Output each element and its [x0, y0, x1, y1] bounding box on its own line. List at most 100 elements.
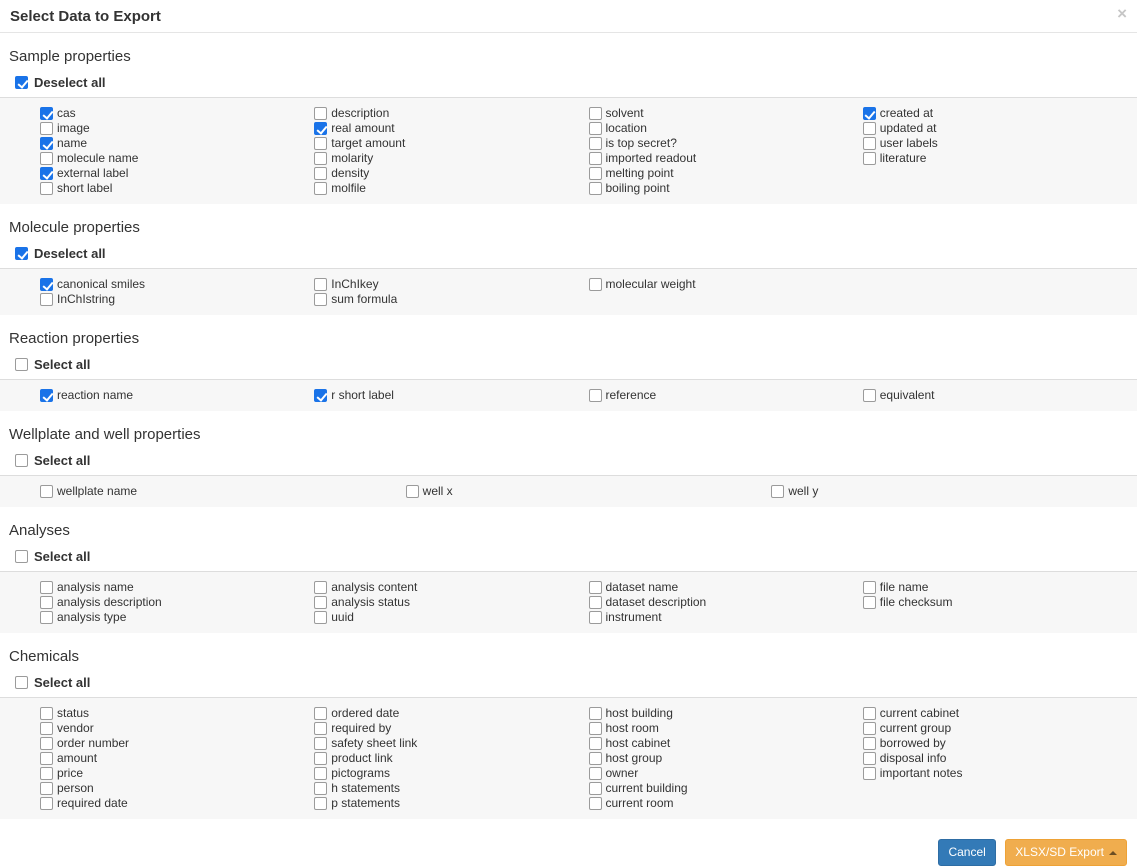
checkbox-borrowed-by[interactable]	[863, 737, 876, 750]
toggle-checkbox-analyses[interactable]	[15, 550, 28, 563]
checkbox-created-at[interactable]	[863, 107, 876, 120]
checkbox-canonical-smiles[interactable]	[40, 278, 53, 291]
option-label: current room	[606, 797, 674, 810]
toggle-row-chemicals: Select all	[15, 676, 1137, 689]
checkbox-p-statements[interactable]	[314, 797, 327, 810]
checkbox-wellplate-name[interactable]	[40, 485, 53, 498]
checkbox-r-short-label[interactable]	[314, 389, 327, 402]
checkbox-instrument[interactable]	[589, 611, 602, 624]
checkbox-molarity[interactable]	[314, 152, 327, 165]
checkbox-inchistring[interactable]	[40, 293, 53, 306]
checkbox-amount[interactable]	[40, 752, 53, 765]
checkbox-product-link[interactable]	[314, 752, 327, 765]
checkbox-equivalent[interactable]	[863, 389, 876, 402]
checkbox-boiling-point[interactable]	[589, 182, 602, 195]
checkbox-current-group[interactable]	[863, 722, 876, 735]
checkbox-reference[interactable]	[589, 389, 602, 402]
checkbox-pictograms[interactable]	[314, 767, 327, 780]
checkbox-updated-at[interactable]	[863, 122, 876, 135]
checkbox-analysis-name[interactable]	[40, 581, 53, 594]
checkbox-reaction-name[interactable]	[40, 389, 53, 402]
option-host-group: host group	[589, 751, 863, 766]
toggle-checkbox-wellplate-properties[interactable]	[15, 454, 28, 467]
cancel-button[interactable]: Cancel	[938, 839, 995, 866]
checkbox-target-amount[interactable]	[314, 137, 327, 150]
checkbox-uuid[interactable]	[314, 611, 327, 624]
checkbox-real-amount[interactable]	[314, 122, 327, 135]
checkbox-molecular-weight[interactable]	[589, 278, 602, 291]
checkbox-status[interactable]	[40, 707, 53, 720]
checkbox-analysis-description[interactable]	[40, 596, 53, 609]
checkbox-well-y[interactable]	[771, 485, 784, 498]
option-analysis-content: analysis content	[314, 580, 588, 595]
checkbox-user-labels[interactable]	[863, 137, 876, 150]
checkbox-price[interactable]	[40, 767, 53, 780]
options-panel-sample-properties: casimagenamemolecule nameexternal labels…	[0, 97, 1137, 204]
checkbox-person[interactable]	[40, 782, 53, 795]
checkbox-disposal-info[interactable]	[863, 752, 876, 765]
checkbox-location[interactable]	[589, 122, 602, 135]
checkbox-solvent[interactable]	[589, 107, 602, 120]
checkbox-external-label[interactable]	[40, 167, 53, 180]
checkbox-current-building[interactable]	[589, 782, 602, 795]
checkbox-literature[interactable]	[863, 152, 876, 165]
checkbox-molfile[interactable]	[314, 182, 327, 195]
option-inchikey: InChIkey	[314, 277, 588, 292]
close-icon[interactable]: ×	[1117, 5, 1127, 22]
checkbox-imported-readout[interactable]	[589, 152, 602, 165]
checkbox-host-building[interactable]	[589, 707, 602, 720]
option-reference: reference	[589, 388, 863, 403]
checkbox-current-cabinet[interactable]	[863, 707, 876, 720]
checkbox-file-checksum[interactable]	[863, 596, 876, 609]
checkbox-required-date[interactable]	[40, 797, 53, 810]
checkbox-file-name[interactable]	[863, 581, 876, 594]
option-name: name	[40, 136, 314, 151]
checkbox-short-label[interactable]	[40, 182, 53, 195]
checkbox-current-room[interactable]	[589, 797, 602, 810]
checkbox-well-x[interactable]	[406, 485, 419, 498]
checkbox-is-top-secret[interactable]	[589, 137, 602, 150]
checkbox-image[interactable]	[40, 122, 53, 135]
checkbox-h-statements[interactable]	[314, 782, 327, 795]
checkbox-owner[interactable]	[589, 767, 602, 780]
checkbox-host-room[interactable]	[589, 722, 602, 735]
checkbox-description[interactable]	[314, 107, 327, 120]
checkbox-inchikey[interactable]	[314, 278, 327, 291]
option-label: current group	[880, 722, 951, 735]
toggle-checkbox-sample-properties[interactable]	[15, 76, 28, 89]
checkbox-order-number[interactable]	[40, 737, 53, 750]
checkbox-melting-point[interactable]	[589, 167, 602, 180]
checkbox-cas[interactable]	[40, 107, 53, 120]
toggle-checkbox-molecule-properties[interactable]	[15, 247, 28, 260]
checkbox-safety-sheet-link[interactable]	[314, 737, 327, 750]
checkbox-density[interactable]	[314, 167, 327, 180]
option-label: file name	[880, 581, 929, 594]
options-column: well y	[771, 484, 1137, 499]
checkbox-name[interactable]	[40, 137, 53, 150]
option-host-room: host room	[589, 721, 863, 736]
options-column: statusvendororder numberamountpriceperso…	[40, 706, 314, 811]
toggle-checkbox-chemicals[interactable]	[15, 676, 28, 689]
checkbox-ordered-date[interactable]	[314, 707, 327, 720]
checkbox-vendor[interactable]	[40, 722, 53, 735]
option-label: required by	[331, 722, 391, 735]
checkbox-analysis-status[interactable]	[314, 596, 327, 609]
options-column: wellplate name	[40, 484, 406, 499]
checkbox-host-group[interactable]	[589, 752, 602, 765]
toggle-label-molecule-properties: Deselect all	[34, 247, 106, 260]
checkbox-dataset-description[interactable]	[589, 596, 602, 609]
option-description: description	[314, 106, 588, 121]
toggle-row-wellplate-properties: Select all	[15, 454, 1137, 467]
option-label: important notes	[880, 767, 963, 780]
checkbox-analysis-content[interactable]	[314, 581, 327, 594]
checkbox-molecule-name[interactable]	[40, 152, 53, 165]
checkbox-important-notes[interactable]	[863, 767, 876, 780]
checkbox-analysis-type[interactable]	[40, 611, 53, 624]
toggle-checkbox-reaction-properties[interactable]	[15, 358, 28, 371]
option-label: short label	[57, 182, 112, 195]
checkbox-sum-formula[interactable]	[314, 293, 327, 306]
checkbox-host-cabinet[interactable]	[589, 737, 602, 750]
checkbox-dataset-name[interactable]	[589, 581, 602, 594]
export-button[interactable]: XLSX/SD Export	[1005, 839, 1127, 866]
checkbox-required-by[interactable]	[314, 722, 327, 735]
